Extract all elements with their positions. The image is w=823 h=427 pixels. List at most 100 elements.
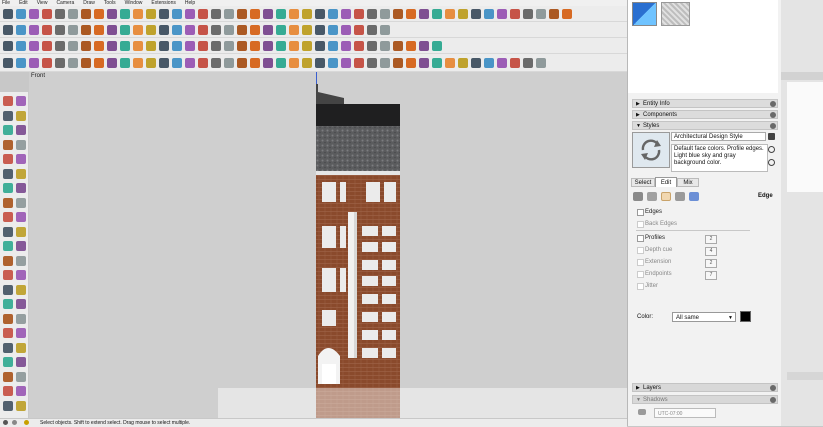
tool-icon[interactable] bbox=[419, 40, 429, 51]
tool-icon[interactable] bbox=[68, 57, 78, 68]
tool-icon[interactable] bbox=[341, 40, 351, 51]
tool-icon[interactable] bbox=[380, 24, 390, 35]
tool-icon[interactable] bbox=[289, 40, 299, 51]
tool-icon[interactable] bbox=[250, 8, 260, 19]
tool-icon[interactable] bbox=[263, 8, 273, 19]
tool-icon[interactable] bbox=[185, 57, 195, 68]
tool-palette-icon[interactable] bbox=[16, 96, 26, 106]
tool-icon[interactable] bbox=[81, 8, 91, 19]
tool-palette-icon[interactable] bbox=[16, 168, 26, 179]
tool-palette-icon[interactable] bbox=[16, 241, 26, 251]
tool-icon[interactable] bbox=[55, 24, 65, 35]
tool-icon[interactable] bbox=[276, 40, 286, 51]
tool-palette-icon[interactable] bbox=[16, 386, 26, 396]
tool-icon[interactable] bbox=[341, 57, 351, 68]
tool-icon[interactable] bbox=[185, 24, 195, 35]
tool-palette-icon[interactable] bbox=[3, 371, 13, 382]
tool-icon[interactable] bbox=[367, 40, 377, 51]
tool-icon[interactable] bbox=[29, 40, 39, 51]
create-style-icon[interactable] bbox=[768, 146, 775, 153]
tool-icon[interactable] bbox=[263, 24, 273, 35]
tool-icon[interactable] bbox=[276, 8, 286, 19]
tool-icon[interactable] bbox=[380, 40, 390, 51]
tool-icon[interactable] bbox=[302, 57, 312, 68]
tool-icon[interactable] bbox=[458, 57, 468, 68]
tool-icon[interactable] bbox=[471, 57, 481, 68]
tool-icon[interactable] bbox=[354, 40, 364, 51]
tool-icon[interactable] bbox=[367, 8, 377, 19]
tool-icon[interactable] bbox=[432, 8, 442, 19]
update-style-icon[interactable] bbox=[768, 159, 775, 166]
tool-palette-icon[interactable] bbox=[3, 154, 13, 164]
tool-icon[interactable] bbox=[81, 24, 91, 35]
tool-icon[interactable] bbox=[406, 8, 416, 19]
tool-icon[interactable] bbox=[354, 24, 364, 35]
tool-icon[interactable] bbox=[224, 40, 234, 51]
tool-icon[interactable] bbox=[445, 8, 455, 19]
tool-palette-icon[interactable] bbox=[16, 342, 26, 353]
tool-icon[interactable] bbox=[198, 40, 208, 51]
tool-icon[interactable] bbox=[55, 8, 65, 19]
tool-icon[interactable] bbox=[406, 57, 416, 68]
tool-icon[interactable] bbox=[380, 8, 390, 19]
tool-palette-icon[interactable] bbox=[3, 357, 13, 367]
tool-icon[interactable] bbox=[42, 40, 52, 51]
depth-cue-checkbox[interactable] bbox=[637, 247, 644, 254]
tray-entity-info[interactable]: ▶ Entity Info bbox=[632, 99, 778, 108]
tool-icon[interactable] bbox=[68, 40, 78, 51]
tool-icon[interactable] bbox=[172, 24, 182, 35]
tool-icon[interactable] bbox=[523, 8, 533, 19]
tool-icon[interactable] bbox=[211, 57, 221, 68]
style-name-field[interactable]: Architectural Design Style bbox=[671, 132, 766, 141]
style-description[interactable]: Default face colors. Profile edges. Ligh… bbox=[671, 144, 768, 172]
tool-icon[interactable] bbox=[107, 24, 117, 35]
tool-icon[interactable] bbox=[302, 8, 312, 19]
tool-palette-icon[interactable] bbox=[16, 226, 26, 237]
tool-icon[interactable] bbox=[3, 24, 13, 35]
tool-icon[interactable] bbox=[419, 57, 429, 68]
close-icon[interactable] bbox=[770, 397, 776, 403]
close-icon[interactable] bbox=[770, 123, 776, 129]
tool-icon[interactable] bbox=[55, 57, 65, 68]
tool-icon[interactable] bbox=[224, 57, 234, 68]
tool-icon[interactable] bbox=[159, 24, 169, 35]
tool-palette-icon[interactable] bbox=[3, 168, 13, 179]
tool-palette-icon[interactable] bbox=[3, 212, 13, 222]
tool-palette-icon[interactable] bbox=[16, 154, 26, 164]
tray-components[interactable]: ▶ Components bbox=[632, 110, 778, 119]
tool-icon[interactable] bbox=[250, 57, 260, 68]
tool-icon[interactable] bbox=[276, 57, 286, 68]
tool-icon[interactable] bbox=[484, 8, 494, 19]
close-icon[interactable] bbox=[770, 385, 776, 391]
tool-icon[interactable] bbox=[42, 8, 52, 19]
tool-palette-icon[interactable] bbox=[16, 212, 26, 222]
tool-icon[interactable] bbox=[159, 8, 169, 19]
tab-select[interactable]: Select bbox=[631, 178, 655, 187]
tool-icon[interactable] bbox=[94, 57, 104, 68]
extension-field[interactable]: 2 bbox=[705, 259, 717, 268]
tool-icon[interactable] bbox=[536, 57, 546, 68]
tool-icon[interactable] bbox=[536, 8, 546, 19]
building-facade-model[interactable] bbox=[316, 84, 400, 418]
style-thumbnail[interactable] bbox=[632, 132, 670, 168]
tool-icon[interactable] bbox=[172, 40, 182, 51]
tool-icon[interactable] bbox=[406, 40, 416, 51]
tool-palette-icon[interactable] bbox=[16, 313, 26, 324]
tool-icon[interactable] bbox=[211, 40, 221, 51]
tool-palette-icon[interactable] bbox=[16, 183, 26, 193]
tool-icon[interactable] bbox=[497, 8, 507, 19]
tool-icon[interactable] bbox=[380, 57, 390, 68]
tool-icon[interactable] bbox=[458, 8, 468, 19]
tool-icon[interactable] bbox=[302, 24, 312, 35]
tool-palette-icon[interactable] bbox=[16, 400, 26, 411]
tool-palette-icon[interactable] bbox=[16, 197, 26, 208]
tool-icon[interactable] bbox=[55, 40, 65, 51]
tool-icon[interactable] bbox=[224, 8, 234, 19]
tool-icon[interactable] bbox=[29, 8, 39, 19]
tool-icon[interactable] bbox=[315, 40, 325, 51]
tool-icon[interactable] bbox=[42, 24, 52, 35]
tool-icon[interactable] bbox=[484, 57, 494, 68]
tool-icon[interactable] bbox=[367, 57, 377, 68]
tool-icon[interactable] bbox=[198, 24, 208, 35]
tool-icon[interactable] bbox=[354, 8, 364, 19]
